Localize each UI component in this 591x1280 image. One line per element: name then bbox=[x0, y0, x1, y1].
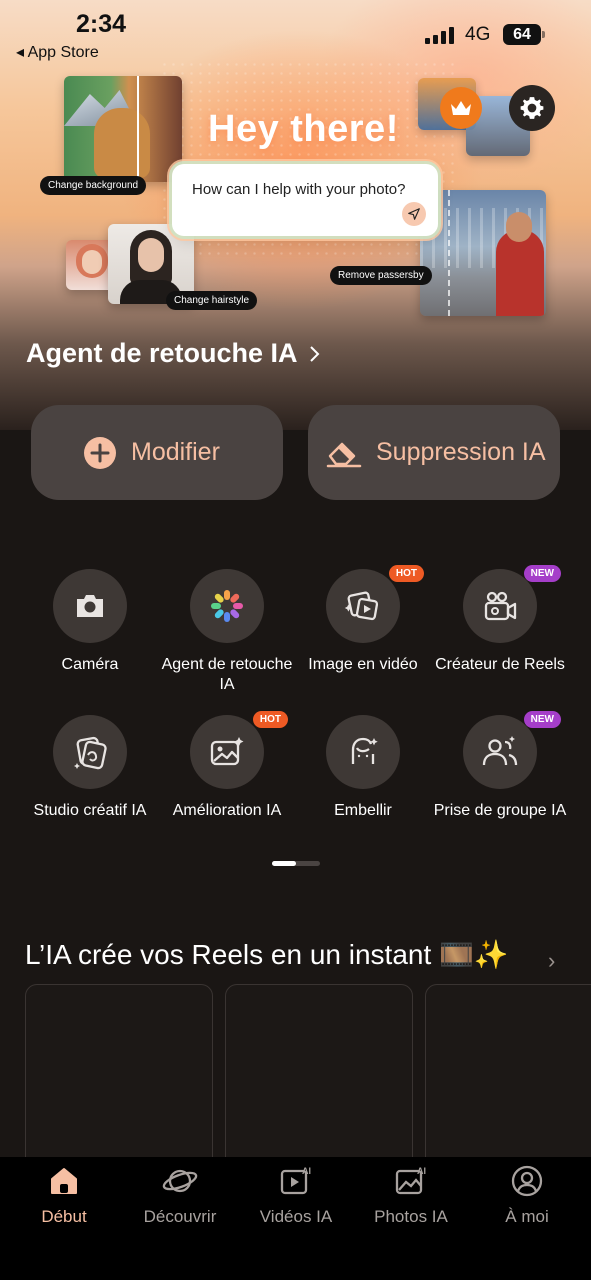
reel-card[interactable] bbox=[425, 984, 591, 1174]
tool-label: Caméra bbox=[61, 656, 119, 673]
reel-card[interactable] bbox=[25, 984, 213, 1174]
tool-beautify[interactable]: Embellir bbox=[295, 715, 431, 821]
battery-icon: 64 bbox=[503, 24, 545, 45]
camera-icon bbox=[53, 569, 127, 643]
tool-label: Studio créatif IA bbox=[33, 802, 147, 819]
crown-icon[interactable] bbox=[440, 87, 482, 129]
status-time: 2:34 bbox=[76, 10, 127, 38]
tool-enhance[interactable]: HOT Amélioration IA bbox=[159, 711, 295, 821]
svg-text:AI: AI bbox=[417, 1166, 426, 1176]
tab-discover[interactable]: Découvrir bbox=[121, 1163, 239, 1227]
profile-icon bbox=[468, 1163, 586, 1199]
tag-change-hairstyle: Change hairstyle bbox=[166, 291, 258, 310]
send-icon[interactable] bbox=[402, 202, 426, 226]
new-badge: NEW bbox=[523, 711, 561, 728]
hot-badge: HOT bbox=[252, 711, 288, 728]
tool-label: Prise de groupe IA bbox=[433, 802, 567, 819]
group-photo-icon: NEW bbox=[463, 711, 561, 789]
tab-label: Vidéos IA bbox=[259, 1207, 333, 1226]
agent-title: Agent de retouche IA bbox=[26, 338, 298, 368]
hero-photo-selfie bbox=[420, 190, 546, 316]
tool-label: Embellir bbox=[334, 802, 392, 819]
ai-video-icon: AI bbox=[237, 1163, 355, 1199]
ai-removal-label: Suppression IA bbox=[376, 438, 546, 466]
tab-home[interactable]: Début bbox=[5, 1163, 123, 1227]
reel-card[interactable] bbox=[225, 984, 413, 1174]
signal-icon bbox=[425, 26, 454, 44]
chevron-right-icon bbox=[309, 345, 319, 362]
enhance-icon: HOT bbox=[190, 711, 288, 789]
modify-label: Modifier bbox=[131, 438, 220, 466]
gear-icon[interactable] bbox=[509, 85, 555, 131]
ai-prompt-box[interactable]: How can I help with your photo? bbox=[172, 164, 438, 236]
page-indicator bbox=[272, 861, 320, 866]
network-type: 4G bbox=[465, 24, 491, 45]
ai-removal-button[interactable]: Suppression IA bbox=[308, 405, 560, 500]
planet-icon bbox=[121, 1163, 239, 1199]
tool-label: Créateur de Reels bbox=[435, 656, 565, 673]
tab-label: Début bbox=[41, 1207, 87, 1226]
hot-badge: HOT bbox=[388, 565, 424, 582]
tag-change-background: Change background bbox=[40, 176, 147, 195]
tool-image-to-video[interactable]: HOT Image en vidéo bbox=[295, 565, 431, 675]
plus-circle-icon bbox=[84, 436, 116, 469]
eraser-icon bbox=[326, 442, 362, 467]
flower-icon bbox=[190, 569, 264, 643]
modify-button[interactable]: Modifier bbox=[31, 405, 283, 500]
tool-label: Agent de retouche IA bbox=[161, 656, 293, 693]
chevron-right-icon[interactable]: › bbox=[548, 948, 555, 974]
image-to-video-icon: HOT bbox=[326, 565, 424, 643]
tool-agent[interactable]: Agent de retouche IA bbox=[159, 569, 295, 695]
reels-section-title: L’IA crée vos Reels en un instant 🎞️✨ bbox=[25, 939, 509, 970]
ai-photo-icon: AI bbox=[352, 1163, 470, 1199]
tool-label: Amélioration IA bbox=[172, 802, 282, 819]
tab-ai-videos[interactable]: AI Vidéos IA bbox=[237, 1163, 355, 1227]
prompt-text: How can I help with your photo? bbox=[192, 181, 406, 198]
new-badge: NEW bbox=[523, 565, 561, 582]
tab-ai-photos[interactable]: AI Photos IA bbox=[352, 1163, 470, 1227]
tag-remove-passersby: Remove passersby bbox=[330, 266, 432, 285]
beautify-icon bbox=[326, 715, 400, 789]
tool-creative-studio[interactable]: Studio créatif IA bbox=[22, 715, 158, 821]
tool-camera[interactable]: Caméra bbox=[22, 569, 158, 675]
tool-reels-creator[interactable]: NEW Créateur de Reels bbox=[432, 565, 568, 675]
tab-label: Photos IA bbox=[374, 1207, 448, 1226]
tab-label: Découvrir bbox=[143, 1207, 217, 1226]
home-icon bbox=[5, 1163, 123, 1199]
creative-studio-icon bbox=[53, 715, 127, 789]
svg-text:AI: AI bbox=[302, 1166, 311, 1176]
tab-label: À moi bbox=[505, 1207, 549, 1226]
hero-photo-cat bbox=[64, 76, 182, 182]
agent-link[interactable]: Agent de retouche IA bbox=[26, 338, 322, 369]
back-to-app-store[interactable]: ◂ App Store bbox=[16, 42, 99, 62]
tool-label: Image en vidéo bbox=[308, 656, 418, 673]
hero-greeting: Hey there! bbox=[208, 108, 399, 150]
tab-profile[interactable]: À moi bbox=[468, 1163, 586, 1227]
tool-group-photo[interactable]: NEW Prise de groupe IA bbox=[432, 711, 568, 821]
reels-creator-icon: NEW bbox=[463, 565, 561, 643]
status-bar: 2:34 ◂ App Store 4G 64 bbox=[0, 0, 591, 70]
